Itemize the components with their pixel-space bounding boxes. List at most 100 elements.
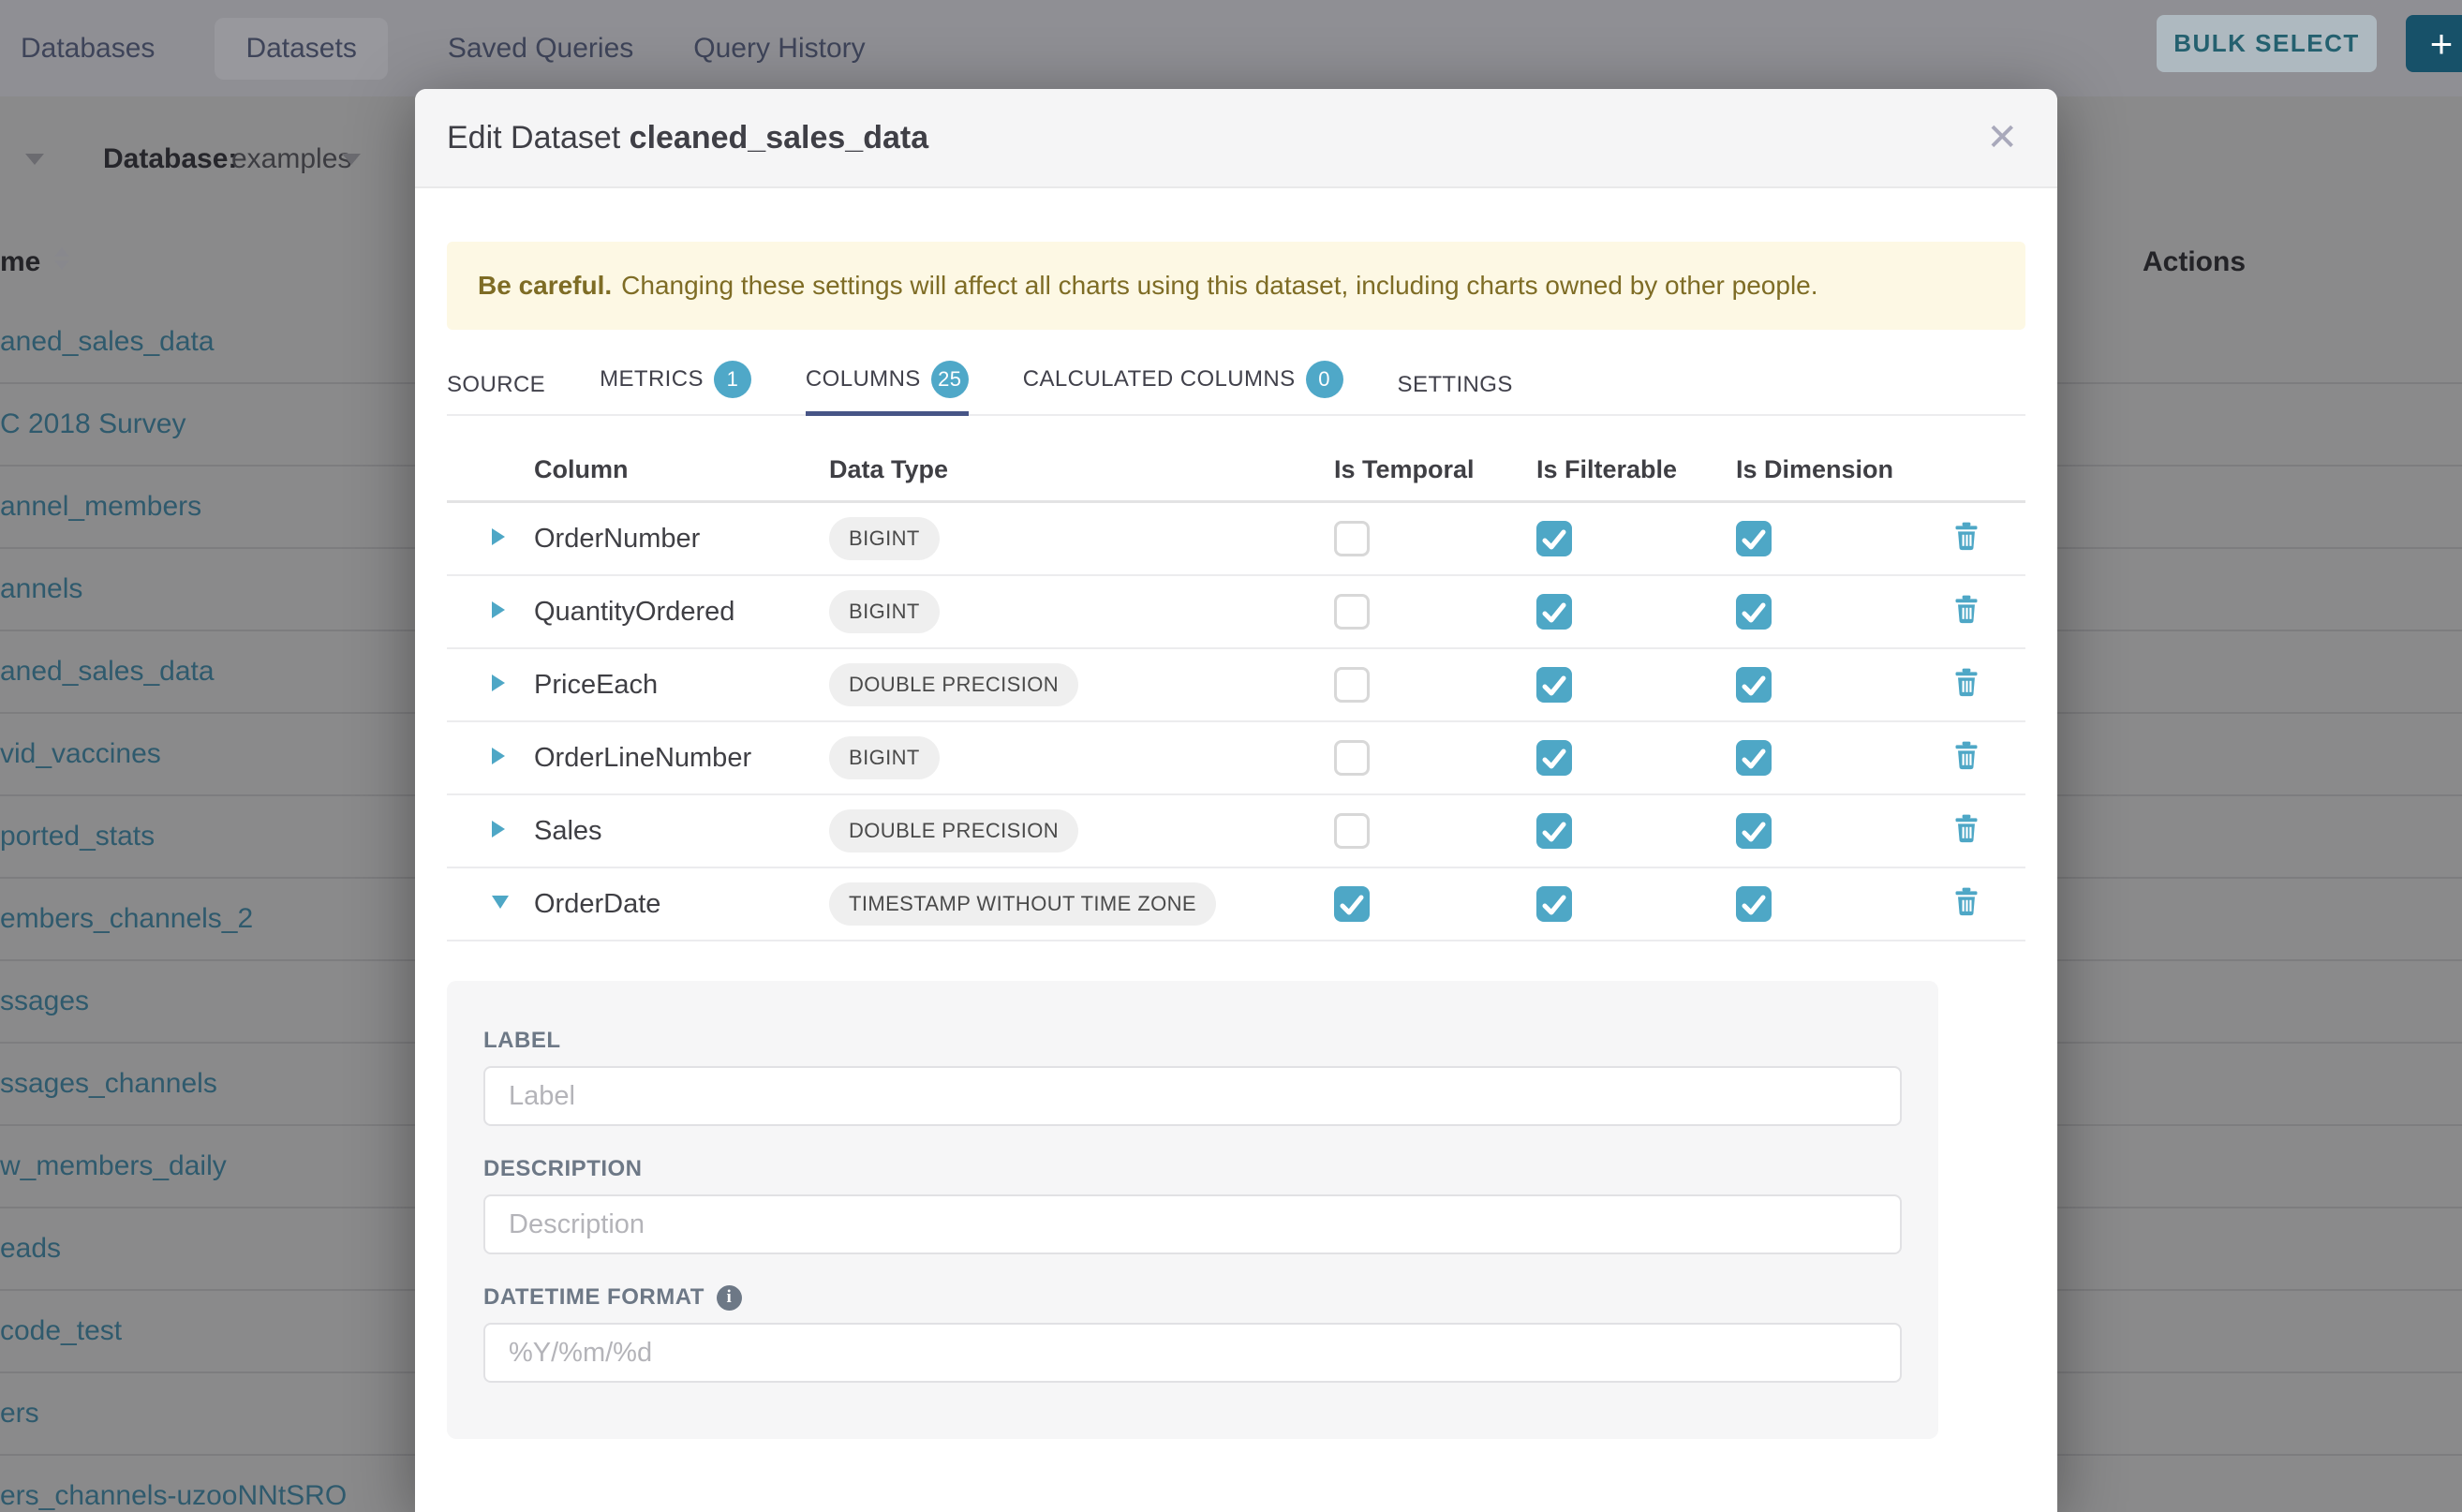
dataset-link[interactable]: eads — [0, 1233, 61, 1265]
nav-item-datasets[interactable]: Datasets — [215, 18, 387, 80]
modal-header: Edit Dataset cleaned_sales_data ✕ — [415, 89, 2057, 188]
is-filterable-checkbox-checked[interactable] — [1536, 521, 1572, 556]
expand-caret-icon[interactable] — [492, 601, 505, 618]
columns-table-rows: OrderNumberBIGINT QuantityOrdered BIGINT Pr… — [447, 503, 2025, 941]
is-dimension-checkbox-checked[interactable] — [1736, 521, 1772, 556]
dataset-link[interactable]: ers_channels-uzooNNtSRO — [0, 1480, 347, 1512]
column-name: PriceEach — [534, 670, 829, 701]
delete-column-trash-icon[interactable] — [1953, 887, 1980, 916]
tab-metrics[interactable]: METRICS1 — [600, 361, 751, 414]
add-dataset-button[interactable]: + — [2406, 15, 2462, 72]
chevron-down-icon[interactable] — [342, 154, 361, 165]
label-input[interactable] — [483, 1066, 1902, 1126]
tab-source[interactable]: SOURCE — [447, 372, 545, 414]
dataset-link[interactable]: code_test — [0, 1315, 122, 1347]
chevron-down-icon[interactable] — [25, 154, 44, 165]
data-type-pill: BIGINT — [829, 517, 940, 560]
warning-text: Changing these settings will affect all … — [621, 271, 1817, 301]
dataset-link[interactable]: annels — [0, 573, 82, 605]
close-icon[interactable]: ✕ — [1986, 119, 2018, 156]
top-navbar: Databases Datasets Saved Queries Query Hist… — [0, 0, 2462, 96]
bulk-select-button[interactable]: BULK SELECT — [2157, 15, 2377, 72]
column-row: SalesDOUBLE PRECISION — [447, 795, 2025, 868]
dataset-link[interactable]: aned_sales_data — [0, 326, 215, 358]
expand-caret-icon[interactable] — [492, 674, 505, 691]
is-dimension-checkbox-checked[interactable] — [1736, 740, 1772, 776]
nav-items: Databases Datasets Saved Queries Query Hist… — [0, 18, 926, 80]
tab-columns[interactable]: COLUMNS25 — [806, 361, 969, 416]
data-type-pill: DOUBLE PRECISION — [829, 809, 1078, 852]
dataset-link[interactable]: vid_vaccines — [0, 738, 161, 770]
datetime-format-field-label: DATETIME FORMAT i — [483, 1284, 1902, 1311]
dataset-link[interactable]: ers — [0, 1398, 39, 1430]
dataset-link[interactable]: C 2018 Survey — [0, 408, 185, 440]
column-editor-panel: LABEL DESCRIPTION DATETIME FORMAT i — [447, 981, 1938, 1439]
info-icon[interactable]: i — [717, 1285, 742, 1311]
is-temporal-checkbox-checked[interactable] — [1334, 886, 1370, 922]
is-filterable-checkbox-checked[interactable] — [1536, 594, 1572, 630]
sort-icon[interactable] — [54, 247, 69, 270]
dataset-link[interactable]: w_members_daily — [0, 1150, 227, 1182]
is-temporal-checkbox-unchecked[interactable] — [1334, 594, 1370, 630]
expand-caret-icon[interactable] — [492, 748, 505, 764]
nav-item-saved-queries[interactable]: Saved Queries — [448, 33, 633, 65]
column-row: PriceEachDOUBLE PRECISION — [447, 649, 2025, 722]
delete-column-trash-icon[interactable] — [1953, 522, 1980, 551]
is-dimension-checkbox-checked[interactable] — [1736, 594, 1772, 630]
label-field-label-text: LABEL — [483, 1028, 561, 1054]
delete-column-trash-icon[interactable] — [1953, 668, 1980, 697]
column-name: QuantityOrdered — [534, 597, 829, 628]
is-filterable-checkbox-checked[interactable] — [1536, 740, 1572, 776]
data-type-pill: BIGINT — [829, 736, 940, 779]
tab-label: COLUMNS — [806, 366, 921, 393]
datetime-format-input[interactable] — [483, 1323, 1902, 1383]
delete-column-trash-icon[interactable] — [1953, 595, 1980, 624]
warning-bold: Be careful. — [478, 271, 612, 301]
dataset-link[interactable]: ported_stats — [0, 821, 155, 852]
dataset-link[interactable]: embers_channels_2 — [0, 903, 253, 935]
collapse-caret-icon[interactable] — [492, 896, 509, 909]
tab-label: SETTINGS — [1398, 372, 1513, 398]
nav-item-databases[interactable]: Databases — [21, 33, 155, 65]
delete-column-trash-icon[interactable] — [1953, 741, 1980, 770]
tab-calculated-columns[interactable]: CALCULATED COLUMNS0 — [1023, 361, 1343, 414]
is-temporal-checkbox-unchecked[interactable] — [1334, 521, 1370, 556]
is-temporal-checkbox-unchecked[interactable] — [1334, 813, 1370, 849]
dataset-link[interactable]: ssages_channels — [0, 1068, 217, 1100]
header-is-temporal: Is Temporal — [1334, 455, 1536, 484]
dataset-link[interactable]: ssages — [0, 986, 89, 1017]
header-is-dimension: Is Dimension — [1736, 455, 1953, 484]
column-row: OrderNumberBIGINT — [447, 503, 2025, 576]
is-dimension-checkbox-checked[interactable] — [1736, 667, 1772, 703]
tab-settings[interactable]: SETTINGS — [1398, 372, 1513, 414]
modal-title: Edit Dataset cleaned_sales_data — [447, 120, 928, 156]
delete-column-trash-icon[interactable] — [1953, 814, 1980, 843]
dataset-link[interactable]: aned_sales_data — [0, 656, 215, 688]
sort-desc-icon — [54, 260, 69, 270]
expand-caret-icon[interactable] — [492, 528, 505, 545]
dataset-link[interactable]: annel_members — [0, 491, 201, 523]
expand-caret-icon[interactable] — [492, 821, 505, 838]
database-filter-value[interactable]: examples — [231, 131, 351, 187]
header-column: Column — [534, 455, 829, 484]
data-type-pill: DOUBLE PRECISION — [829, 663, 1078, 706]
description-field-label: DESCRIPTION — [483, 1156, 1902, 1182]
is-dimension-checkbox-checked[interactable] — [1736, 886, 1772, 922]
description-field-label-text: DESCRIPTION — [483, 1156, 643, 1182]
datetime-format-label-text: DATETIME FORMAT — [483, 1284, 704, 1311]
modal-title-dataset: cleaned_sales_data — [630, 120, 928, 156]
is-filterable-checkbox-checked[interactable] — [1536, 813, 1572, 849]
is-filterable-checkbox-checked[interactable] — [1536, 667, 1572, 703]
tab-label: CALCULATED COLUMNS — [1023, 366, 1296, 393]
name-column-header[interactable]: me — [0, 236, 40, 289]
modal-body: Be careful. Changing these settings will… — [415, 242, 2057, 1439]
column-name: OrderLineNumber — [534, 743, 829, 774]
sort-asc-icon — [54, 247, 69, 257]
is-filterable-checkbox-checked[interactable] — [1536, 886, 1572, 922]
is-temporal-checkbox-unchecked[interactable] — [1334, 740, 1370, 776]
is-temporal-checkbox-unchecked[interactable] — [1334, 667, 1370, 703]
description-input[interactable] — [483, 1194, 1902, 1254]
is-dimension-checkbox-checked[interactable] — [1736, 813, 1772, 849]
database-filter-label: Database: — [103, 131, 237, 187]
nav-item-query-history[interactable]: Query History — [693, 33, 865, 65]
